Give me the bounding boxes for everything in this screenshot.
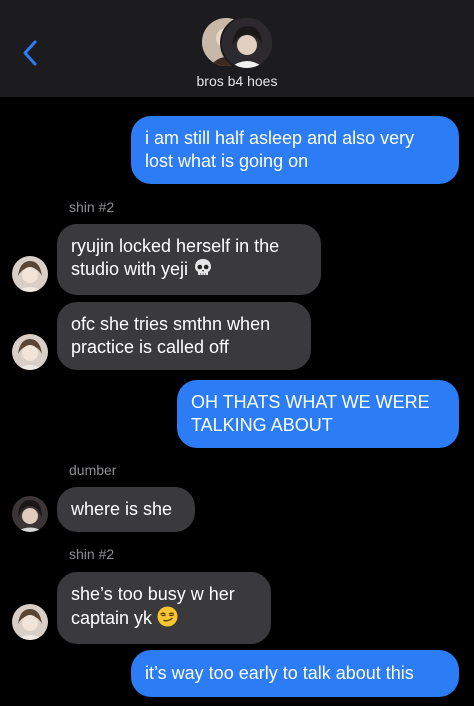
chevron-left-icon: [23, 40, 37, 66]
group-name[interactable]: bros b4 hoes: [0, 73, 474, 89]
avatar: [12, 496, 48, 532]
sender-name: shin #2: [69, 546, 115, 562]
incoming-message[interactable]: where is she: [57, 487, 195, 532]
outgoing-message[interactable]: i am still half asleep and also very los…: [131, 116, 459, 184]
outgoing-message[interactable]: OH THATS WHAT WE WERE TALKING ABOUT: [177, 380, 459, 448]
avatar: [220, 16, 274, 70]
sender-name: shin #2: [69, 199, 115, 215]
skull-emoji: [193, 258, 213, 284]
message-text: i am still half asleep and also very los…: [145, 128, 415, 171]
outgoing-message[interactable]: it’s way too early to talk about this: [131, 650, 459, 697]
sender-name: dumber: [69, 462, 117, 478]
message-text: it’s way too early to talk about this: [145, 663, 414, 683]
conversation-header: bros b4 hoes: [0, 0, 474, 97]
avatar: [12, 334, 48, 370]
avatar: [12, 604, 48, 640]
message-text: OH THATS WHAT WE WERE TALKING ABOUT: [191, 392, 430, 435]
incoming-message[interactable]: ofc she tries smthn when practice is cal…: [57, 302, 311, 370]
smirk-emoji: [157, 606, 178, 633]
message-text: ofc she tries smthn when practice is cal…: [71, 314, 271, 357]
incoming-message[interactable]: ryujin locked herself in the studio with…: [57, 224, 321, 295]
back-button[interactable]: [18, 38, 42, 68]
message-text: where is she: [71, 499, 173, 519]
avatar: [12, 256, 48, 292]
message-text: she’s too busy w her captain yk: [71, 584, 235, 628]
incoming-message[interactable]: she’s too busy w her captain yk: [57, 572, 271, 644]
group-avatars[interactable]: [196, 14, 276, 70]
message-text: ryujin locked herself in the studio with…: [71, 236, 280, 279]
